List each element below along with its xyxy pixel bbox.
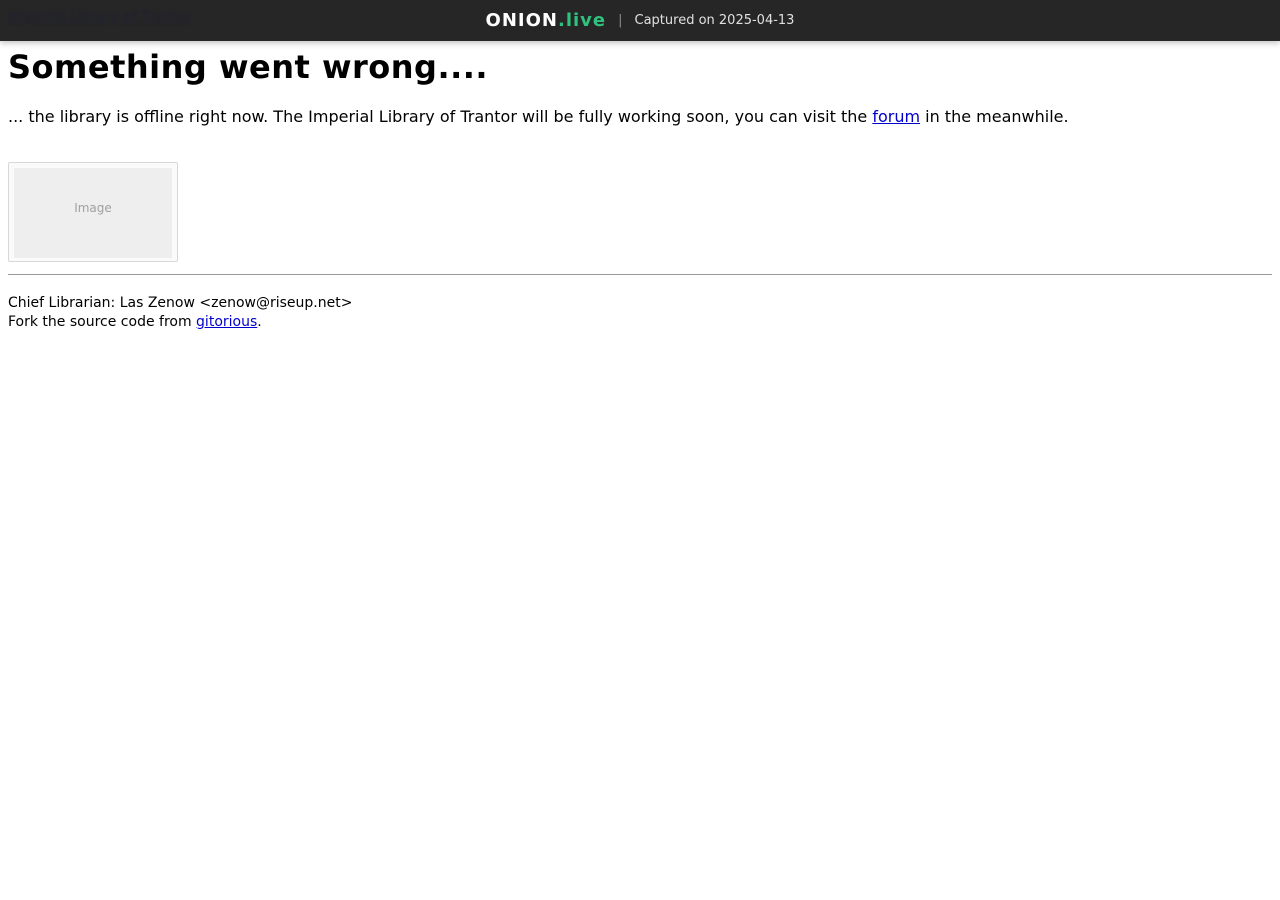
fork-source-line: Fork the source code from gitorious. (8, 313, 1272, 332)
site-link[interactable]: Imperial Library of Trantor (8, 9, 191, 25)
chief-librarian: Chief Librarian: Las Zenow <zenow@riseup… (8, 295, 353, 311)
gitorious-link[interactable]: gitorious (196, 314, 257, 330)
offline-message-tail: in the meanwhile. (920, 107, 1069, 126)
fork-period: . (257, 314, 262, 330)
offline-message: ... the library is offline right now. Th… (8, 105, 1272, 129)
page-title: Something went wrong.... (8, 48, 489, 86)
image-placeholder-label: Image (74, 201, 112, 215)
brand-main: ONION (485, 10, 558, 31)
fork-text: Fork the source code from (8, 314, 197, 330)
capture-date: Captured on 2025-04-13 (634, 13, 795, 28)
image-placeholder-inner: Image (14, 168, 172, 258)
onion-live-logo[interactable]: ONION.live (486, 10, 607, 31)
offline-message-text: ... the library is offline right now. Th… (8, 107, 873, 126)
forum-link[interactable]: forum (872, 107, 920, 126)
page-content: Something went wrong.... ... the library… (8, 41, 1272, 332)
image-placeholder: Image (8, 162, 178, 262)
banner-separator: | (618, 13, 623, 28)
capture-banner: Imperial Library of Trantor ONION.live |… (0, 0, 1280, 41)
brand-accent: .live (557, 10, 607, 31)
footer-divider (8, 274, 1272, 275)
page-footer: Chief Librarian: Las Zenow <zenow@riseup… (8, 294, 1272, 332)
